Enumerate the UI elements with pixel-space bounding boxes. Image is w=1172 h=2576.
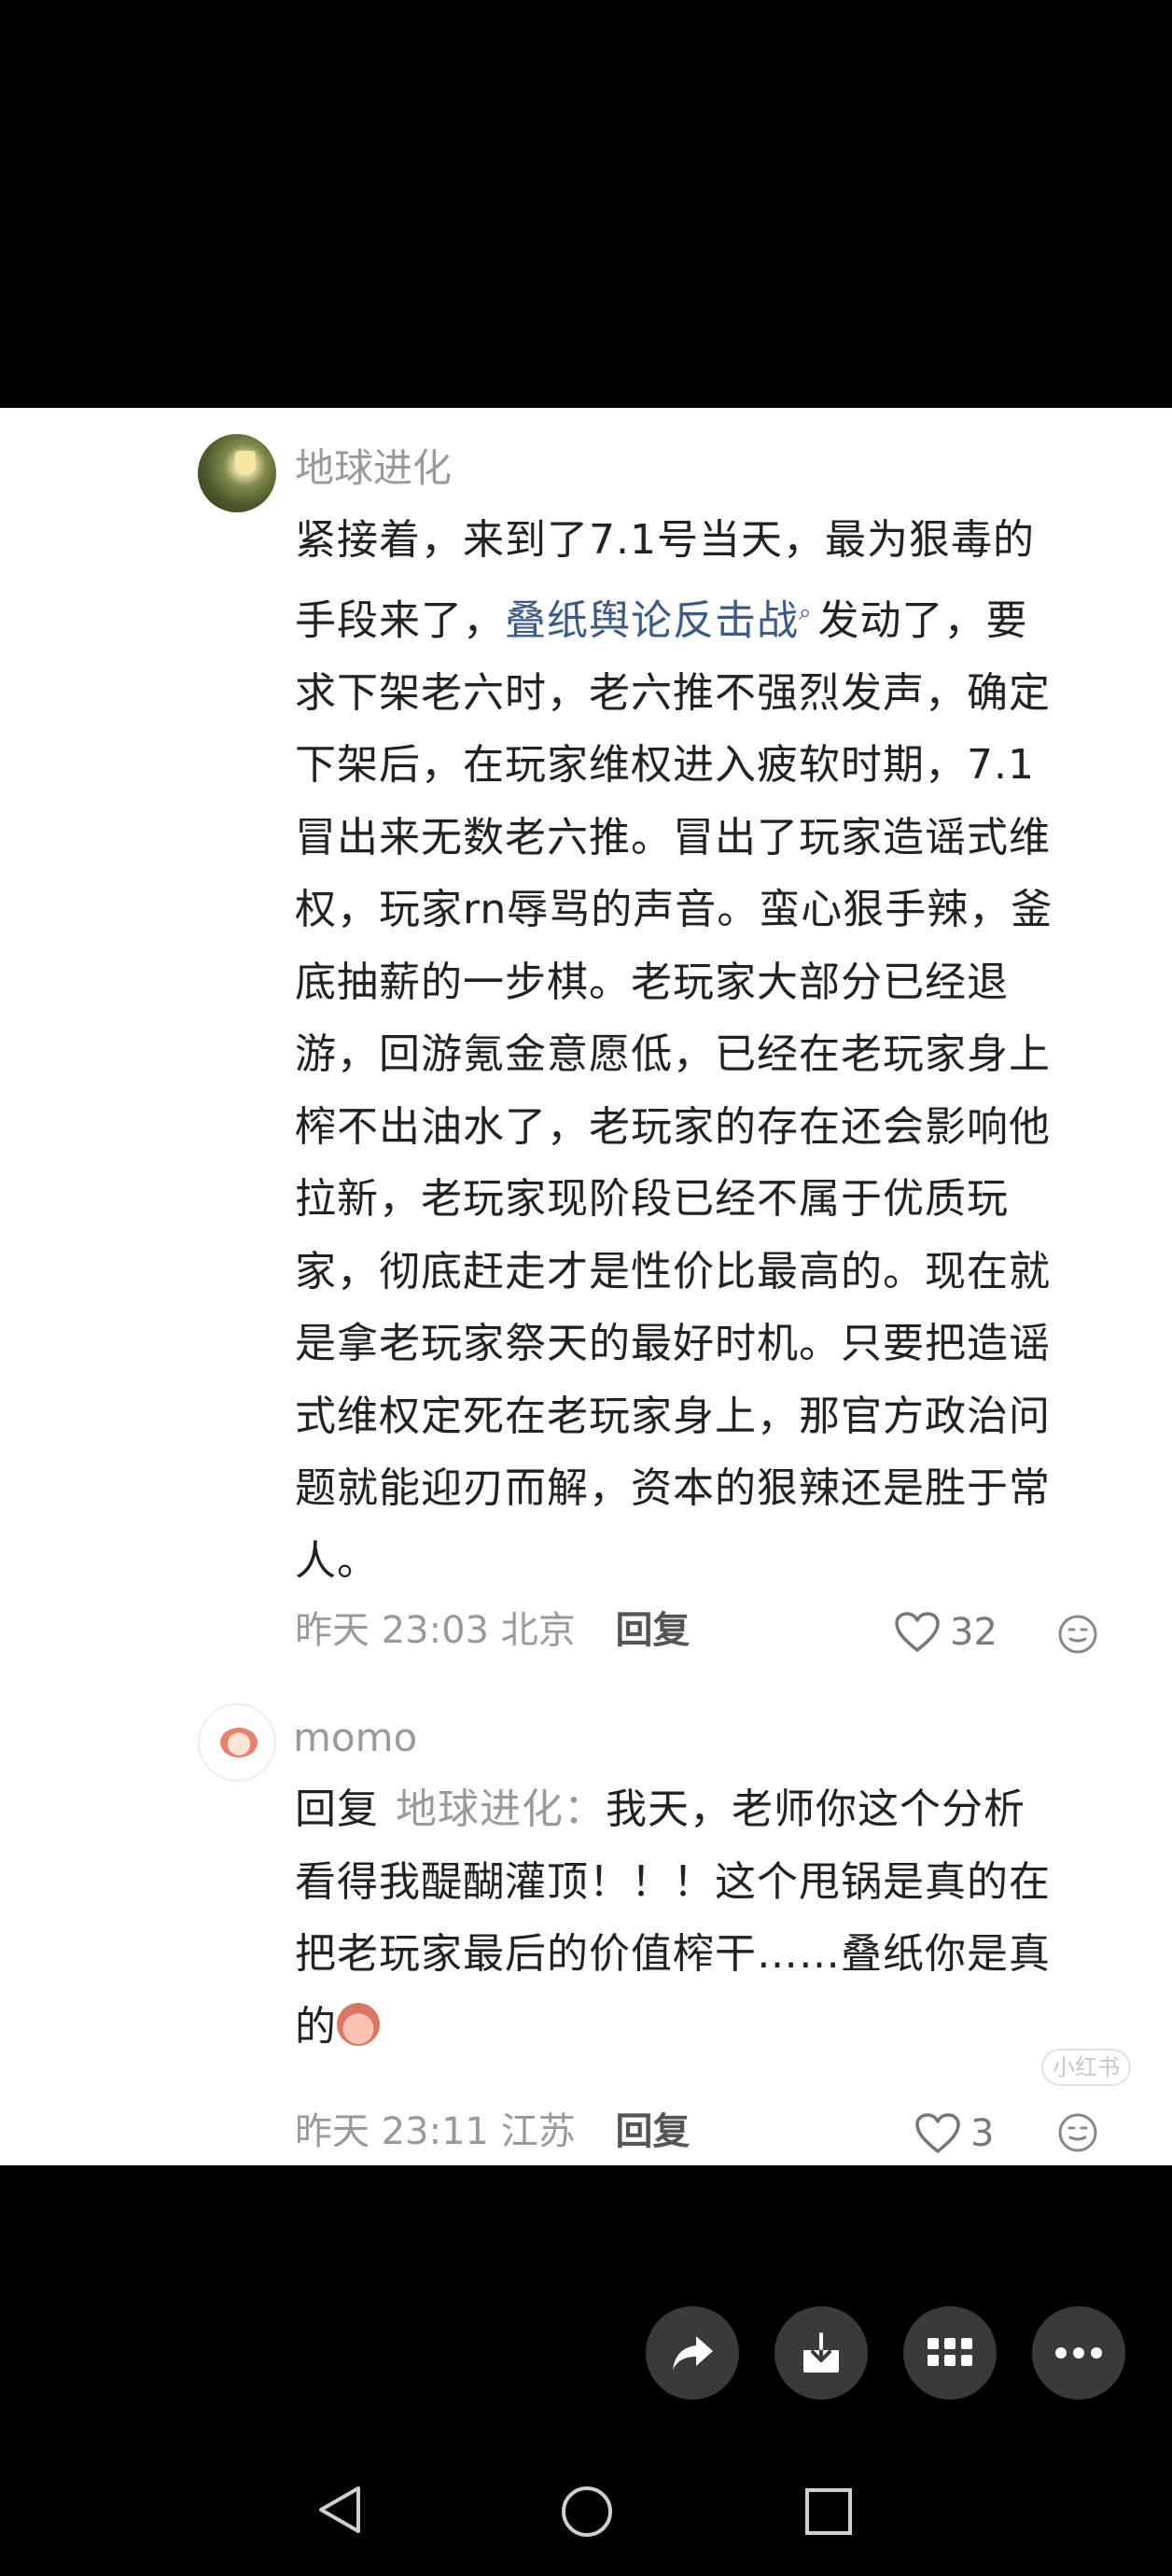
avatar[interactable] [198,1703,276,1782]
heart-outline-icon [915,2113,960,2153]
nav-home-icon[interactable] [560,2485,614,2539]
comment-1-line: 下架后，在玩家维权进入疲软时期，7.1 [295,741,1035,790]
comment-1-location: 北京 [500,1609,576,1652]
comment-1-line-1: 紧接着，来到了7.1号当天，最为狠毒的 [295,516,1035,564]
top-black-area [0,0,1172,408]
download-icon [803,2332,839,2373]
reply-button[interactable]: 回复 [615,2110,690,2153]
comment-1-line: 题就能迎刃而解，资本的狠辣还是胜于常 [295,1464,1051,1513]
avatar-face [220,1728,258,1757]
comment-2-time: 昨天 23:11 [295,2110,489,2153]
comment-1-like-count: 32 [950,1611,998,1654]
reply-prefix: 回复 [295,1785,379,1833]
comment-1-body: 紧接着，来到了7.1号当天，最为狠毒的 手段来了，叠纸舆论反击战⌕ 发动了，要 求… [295,504,1053,1597]
comment-1-line: 权，玩家rn辱骂的声音。蛮心狠手辣，釜 [295,886,1053,934]
comment-1-username[interactable]: 地球进化 [295,449,452,488]
comment-2-like-button[interactable]: 3 [914,2112,994,2155]
comment-1-time: 昨天 23:03 [295,1609,489,1652]
comment-1-line: 榨不出油水了，老玩家的存在还会影响他 [295,1102,1051,1151]
download-button[interactable] [774,2306,868,2400]
nav-back-icon[interactable] [314,2483,366,2537]
avatar-lamp [235,451,256,475]
comment-1-meta: 昨天 23:03 北京 回复 [295,1612,690,1649]
comment-1-line-2: 手段来了，叠纸舆论反击战⌕ 发动了，要 [295,577,1053,657]
nav-recent-icon[interactable] [804,2487,853,2536]
comment-2-location: 江苏 [500,2110,576,2153]
comment-1-link-suffix: 发动了，要 [817,596,1028,645]
reply-target-link[interactable]: 地球进化： [396,1785,606,1833]
comment-2-line-1: 回复 地球进化：我天，老师你这个分析 [295,1773,1051,1846]
comment-1-line: 底抽薪的一步棋。老玩家大部分已经退 [295,958,1009,1006]
heart-outline-icon [895,1612,940,1652]
comment-1-link-prefix: 手段来了， [295,596,505,645]
grid-icon [928,2338,972,2366]
comment-2-like-count: 3 [970,2112,995,2155]
comment-1-line: 游，回游氪金意愿低，已经在老玩家身上 [295,1030,1051,1079]
comment-card: 地球进化 紧接着，来到了7.1号当天，最为狠毒的 手段来了，叠纸舆论反击战⌕ 发动… [0,408,1172,2165]
reply-button[interactable]: 回复 [615,1609,690,1652]
comment-1-line: 是拿老玩家祭天的最好时机。只要把造谣 [295,1320,1051,1368]
apps-button[interactable] [903,2306,997,2400]
share-arrow-icon [673,2336,713,2370]
share-button[interactable] [646,2306,739,2400]
comment-1-line: 冒出来无数老六推。冒出了玩家造谣式维 [295,813,1051,861]
comment-2-body: 回复 地球进化：我天，老师你这个分析 看得我醍醐灌顶！！！这个甩锅是真的在 把老玩… [295,1773,1051,2063]
comment-2-meta: 昨天 23:11 江苏 回复 [295,2113,690,2150]
comment-2-line-4-text: 的 [295,2002,337,2051]
comment-2-line-1-rest: 我天，老师你这个分析 [606,1785,1026,1833]
comment-1-like-button[interactable]: 32 [894,1611,998,1654]
emoji-icon[interactable] [1056,2111,1099,2154]
watermark-logo: 小红书 [1041,2049,1131,2086]
comment-1-line: 求下架老六时，老六推不强烈发声，确定 [295,668,1051,717]
crying-emoji-icon [337,2002,380,2046]
comment-2-line-3: 把老玩家最后的价值榨干……叠纸你是真 [295,1930,1051,1978]
comment-1-line: 人。 [295,1536,379,1585]
comment-1-line: 拉新，老玩家现阶段已经不属于优质玩 [295,1175,1009,1224]
emoji-icon[interactable] [1056,1613,1099,1656]
comment-2-line-2: 看得我醍醐灌顶！！！这个甩锅是真的在 [295,1857,1051,1906]
search-icon[interactable]: ⌕ [799,599,812,625]
avatar[interactable] [198,434,276,512]
more-button[interactable] [1032,2306,1125,2400]
comment-1-line: 式维权定死在老玩家身上，那官方政治问 [295,1392,1051,1440]
comment-2-username[interactable]: momo [293,1718,417,1757]
comment-2-line-4: 的 [295,1991,1051,2064]
comment-1-line: 家，彻底赶走才是性价比最高的。现在就 [295,1247,1051,1295]
topic-link[interactable]: 叠纸舆论反击战 [505,596,799,644]
more-dots-icon [1055,2347,1102,2359]
